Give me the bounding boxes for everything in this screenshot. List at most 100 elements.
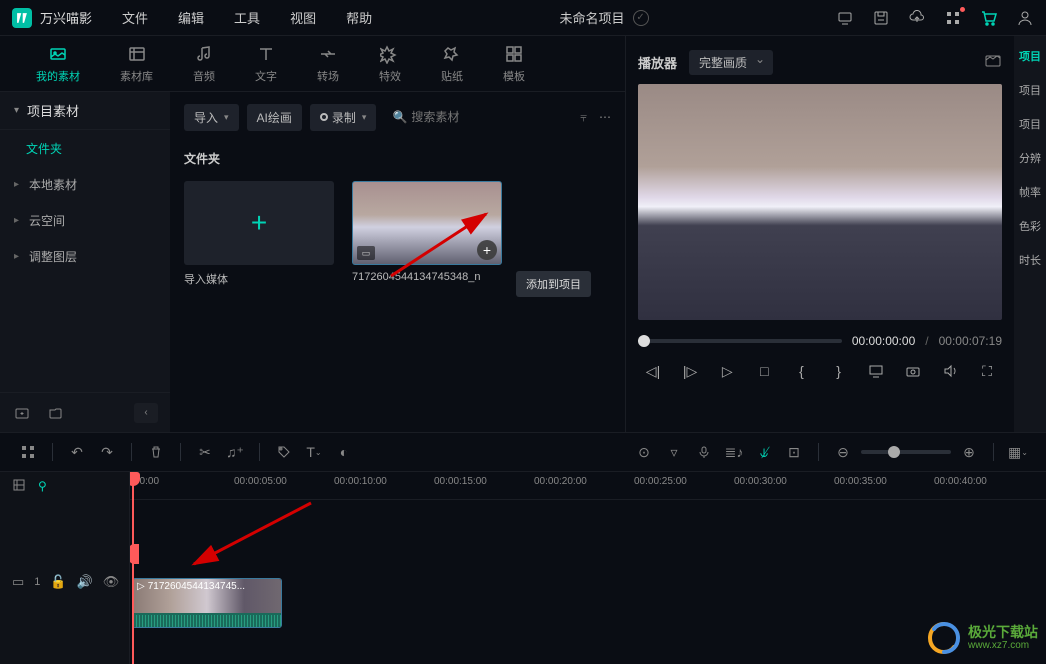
record-icon	[320, 113, 328, 121]
menu-edit[interactable]: 编辑	[178, 8, 204, 27]
menu-help[interactable]: 帮助	[346, 8, 372, 27]
tl-menu-icon[interactable]	[16, 440, 40, 464]
tab-templates[interactable]: 模板	[483, 40, 545, 88]
sidebar-folder-active[interactable]: 文件夹	[0, 130, 170, 166]
undo-icon[interactable]: ↶	[65, 440, 89, 464]
magnet-icon[interactable]: ⫝̸	[752, 440, 776, 464]
search-icon: 🔍	[392, 110, 407, 124]
import-media-tile[interactable]: + 导入媒体	[184, 181, 334, 287]
video-clip[interactable]: ▷71726045441347​45...	[132, 578, 282, 628]
mark-out-button[interactable]: }	[828, 360, 850, 382]
tab-effects[interactable]: 特效	[359, 40, 421, 88]
mute-icon[interactable]: 🔊	[77, 574, 93, 590]
sidebar-cloud[interactable]: 云空间	[0, 202, 170, 238]
marker-icon[interactable]: ▿	[662, 440, 686, 464]
zoom-in-icon[interactable]: ⊕	[957, 440, 981, 464]
prop-duration[interactable]: 时长	[1019, 252, 1041, 268]
zoom-thumb[interactable]	[888, 446, 900, 458]
mic-icon[interactable]	[692, 440, 716, 464]
playhead[interactable]	[132, 472, 134, 664]
camera-icon[interactable]	[902, 360, 924, 382]
media-preview: ▭ +	[352, 181, 502, 265]
project-name[interactable]: 未命名项目	[560, 8, 625, 27]
tab-text[interactable]: 文字	[235, 40, 297, 88]
display-icon[interactable]	[865, 360, 887, 382]
zoom-out-icon[interactable]: ⊖	[831, 440, 855, 464]
volume-icon[interactable]	[939, 360, 961, 382]
fullscreen-icon[interactable]: ⛶	[976, 360, 998, 382]
lock-icon[interactable]: 🔓	[50, 574, 66, 590]
prop-item1[interactable]: 项目	[1019, 82, 1041, 98]
video-track-header[interactable]: ▭ 1 🔓 🔊 👁	[0, 500, 129, 664]
tab-my-media[interactable]: 我的素材	[16, 40, 100, 88]
step-back-button[interactable]: |▷	[679, 360, 701, 382]
color-icon[interactable]: ◐	[332, 440, 356, 464]
user-icon[interactable]	[1016, 9, 1034, 27]
tag-icon[interactable]	[272, 440, 296, 464]
record-button[interactable]: 录制	[310, 104, 377, 131]
prop-resolution[interactable]: 分辨	[1019, 150, 1041, 166]
timeline-tracks[interactable]: 00:00 00:00:05:00 00:00:10:00 00:00:15:0…	[130, 472, 1046, 664]
sidebar-adjustment-layer[interactable]: 调整图层	[0, 238, 170, 274]
menu-tools[interactable]: 工具	[234, 8, 260, 27]
track-link-icon[interactable]: ⚲	[38, 479, 47, 493]
zoom-slider[interactable]	[861, 450, 951, 454]
apps-icon[interactable]	[944, 9, 962, 27]
tl-dots-icon[interactable]: ⊙	[632, 440, 656, 464]
import-button[interactable]: 导入	[184, 104, 239, 131]
prev-frame-button[interactable]: ◁|	[642, 360, 664, 382]
cart-icon[interactable]	[980, 9, 998, 27]
cloud-upload-icon[interactable]	[908, 9, 926, 27]
preview-video[interactable]	[638, 84, 1002, 320]
menu-file[interactable]: 文件	[122, 8, 148, 27]
mixer-icon[interactable]: ≣♪	[722, 440, 746, 464]
playhead-handle[interactable]	[130, 544, 139, 564]
tab-label: 模板	[503, 68, 525, 84]
prop-item2[interactable]: 项目	[1019, 116, 1041, 132]
track-manage-icon[interactable]	[12, 478, 26, 495]
track-area[interactable]: ▷71726045441347​45...	[130, 500, 1046, 664]
snapshot-icon[interactable]	[984, 52, 1002, 73]
play-button[interactable]: ▷	[716, 360, 738, 382]
tab-stickers[interactable]: 贴纸	[421, 40, 483, 88]
timeline-ruler[interactable]: 00:00 00:00:05:00 00:00:10:00 00:00:15:0…	[130, 472, 1046, 500]
search-box[interactable]: 🔍	[384, 110, 524, 124]
quality-select[interactable]: 完整画质	[689, 50, 773, 75]
media-clip-tile[interactable]: ▭ + 717260454413474534​8_n 添加到项目	[352, 181, 502, 287]
collapse-sidebar-button[interactable]: ‹	[134, 403, 158, 423]
add-to-project-button[interactable]: +	[477, 240, 497, 260]
cut-icon[interactable]: ✂	[193, 440, 217, 464]
save-icon[interactable]	[872, 9, 890, 27]
filter-icon[interactable]: ⫧	[580, 110, 587, 125]
tl-layout-icon[interactable]: ▦⌄	[1006, 440, 1030, 464]
menu-view[interactable]: 视图	[290, 8, 316, 27]
progress-thumb[interactable]	[638, 335, 650, 347]
redo-icon[interactable]: ↷	[95, 440, 119, 464]
text-tool-icon[interactable]: T⌄	[302, 440, 326, 464]
mark-in-button[interactable]: {	[790, 360, 812, 382]
tab-audio[interactable]: 音频	[173, 40, 235, 88]
stop-button[interactable]: □	[753, 360, 775, 382]
tab-stock[interactable]: 素材库	[100, 40, 173, 88]
link-icon[interactable]: ⊡	[782, 440, 806, 464]
more-icon[interactable]: ⋯	[599, 110, 611, 124]
transition-icon	[318, 44, 338, 64]
prop-framerate[interactable]: 帧率	[1019, 184, 1041, 200]
prop-color[interactable]: 色彩	[1019, 218, 1041, 234]
ruler-mark: 00:00:35:00	[834, 476, 887, 487]
new-bin-icon[interactable]	[46, 403, 66, 423]
prop-project[interactable]: 项目	[1019, 48, 1041, 64]
ai-draw-button[interactable]: AI绘画	[247, 104, 302, 131]
tab-label: 特效	[379, 68, 401, 84]
sidebar-project-media[interactable]: 项目素材	[0, 92, 170, 130]
sidebar-local-media[interactable]: 本地素材	[0, 166, 170, 202]
new-folder-icon[interactable]	[12, 403, 32, 423]
search-input[interactable]	[411, 110, 566, 124]
visibility-icon[interactable]: 👁	[103, 574, 120, 590]
music-icon[interactable]: ♫⁺	[223, 440, 247, 464]
progress-track[interactable]	[638, 339, 842, 343]
clip-audio-strip	[133, 613, 281, 628]
tab-transition[interactable]: 转场	[297, 40, 359, 88]
device-icon[interactable]	[836, 9, 854, 27]
delete-icon[interactable]	[144, 440, 168, 464]
